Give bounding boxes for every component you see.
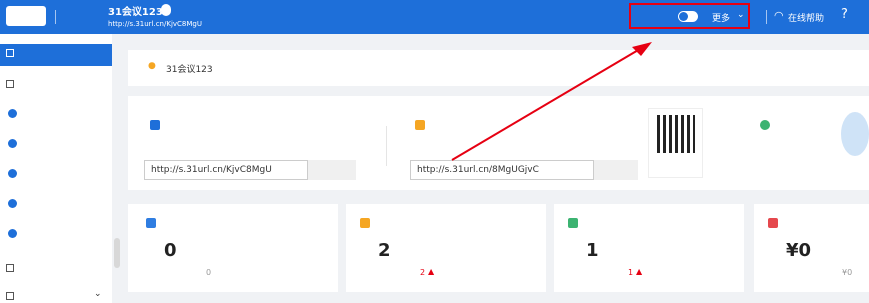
dashboard-icon: [6, 49, 14, 57]
resize-handle[interactable]: [114, 238, 120, 268]
stat-value: 0: [164, 240, 177, 261]
card-divider: [386, 126, 387, 166]
arrow-up-icon: ▲: [428, 267, 435, 276]
countdown-text: 31会议123: [166, 65, 213, 75]
stat-value: 2: [378, 240, 391, 261]
event-url[interactable]: http://s.31url.cn/KjvC8MgU: [108, 20, 202, 28]
check-icon: [8, 169, 17, 178]
highlight-box: [629, 3, 750, 29]
check-icon: [8, 229, 17, 238]
header-divider: [55, 10, 56, 24]
stat-value: ¥0: [786, 240, 812, 261]
stat-today-number: ¥0: [842, 268, 853, 277]
arrow-up-icon: ▲: [636, 267, 643, 276]
bell-icon: ●: [148, 61, 156, 71]
stat-today-number: 0: [206, 268, 212, 277]
mini-program-code[interactable]: [841, 112, 869, 156]
stat-today-number: 2: [420, 268, 426, 277]
mini-program-icon: [760, 120, 770, 130]
check-icon: [8, 139, 17, 148]
chevron-down-icon[interactable]: ⌄: [94, 289, 102, 299]
form-icon: [360, 218, 370, 228]
sidebar: ⌄: [0, 34, 112, 303]
headset-icon[interactable]: ◠: [774, 9, 784, 22]
stat-today-number: 1: [628, 268, 634, 277]
stat-card-visits: 0 0: [128, 204, 338, 292]
stat-card-signups: 2 2 ▲: [346, 204, 546, 292]
sidebar-active-bg: [0, 44, 112, 66]
info-icon: [6, 80, 14, 88]
site-url-field[interactable]: http://s.31url.cn/KjvC8MgU: [144, 160, 308, 180]
brand-logo[interactable]: [6, 6, 46, 26]
qr-code-image[interactable]: [648, 108, 703, 178]
check-square-icon: [568, 218, 578, 228]
status-badge: [161, 4, 171, 16]
online-help-link[interactable]: 在线帮助: [788, 11, 824, 24]
notice-card: ● 31会议123: [128, 50, 869, 86]
stat-card-revenue: ¥0 ¥0: [754, 204, 869, 292]
wallet-icon: [768, 218, 778, 228]
promo-icon: [6, 292, 14, 300]
qr-pattern: [657, 115, 695, 153]
chart-icon: [146, 218, 156, 228]
site-copy-button[interactable]: [308, 160, 356, 180]
links-card: http://s.31url.cn/KjvC8MgU http://s.31ur…: [128, 96, 869, 190]
live-icon: [6, 264, 14, 272]
microsite-icon: [415, 120, 425, 130]
top-header: 31会议123 http://s.31url.cn/KjvC8MgU 更多 ⌄ …: [0, 0, 869, 34]
check-icon: [8, 199, 17, 208]
check-icon: [8, 109, 17, 118]
website-icon: [150, 120, 160, 130]
help-icon[interactable]: ?: [841, 7, 848, 22]
wechat-copy-button[interactable]: [594, 160, 638, 180]
stat-card-success: 1 1 ▲: [554, 204, 744, 292]
header-divider-2: [766, 10, 767, 24]
wechat-url-field[interactable]: http://s.31url.cn/8MgUGjvC: [410, 160, 594, 180]
event-title: 31会议123: [108, 7, 163, 18]
stat-value: 1: [586, 240, 599, 261]
